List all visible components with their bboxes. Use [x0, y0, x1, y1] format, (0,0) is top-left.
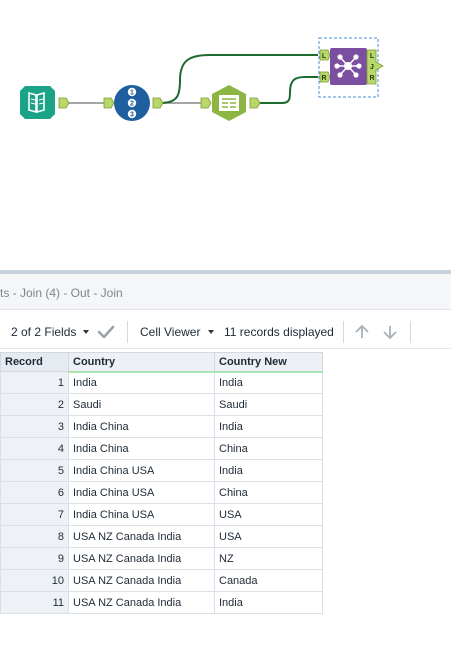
record-cell[interactable]: 6: [0, 481, 69, 504]
country-cell[interactable]: India China USA: [68, 459, 215, 482]
svg-text:R: R: [369, 75, 374, 82]
country-new-cell[interactable]: China: [214, 437, 323, 460]
input-output-anchor[interactable]: [58, 97, 70, 109]
svg-text:L: L: [370, 53, 375, 60]
fields-dropdown[interactable]: 2 of 2 Fields: [11, 325, 76, 339]
record-cell[interactable]: 1: [0, 371, 69, 394]
record-cell[interactable]: 9: [0, 547, 69, 570]
record-cell[interactable]: 7: [0, 503, 69, 526]
arrow-down-icon[interactable]: [382, 324, 398, 340]
svg-text:L: L: [322, 53, 327, 60]
country-cell[interactable]: USA NZ Canada India: [68, 525, 215, 548]
svg-text:3: 3: [130, 112, 134, 119]
texttocolumns-input-anchor[interactable]: [200, 97, 212, 109]
table-row[interactable]: 8 USA NZ Canada India USA: [0, 525, 323, 548]
connection-texttocolumns-to-join-right[interactable]: [256, 76, 318, 104]
record-cell[interactable]: 4: [0, 437, 69, 460]
country-cell[interactable]: Saudi: [68, 393, 215, 416]
country-new-cell[interactable]: India: [214, 591, 323, 614]
column-header-country[interactable]: Country: [68, 352, 215, 373]
table-row[interactable]: 3 India China India: [0, 415, 323, 438]
table-row[interactable]: 2 Saudi Saudi: [0, 393, 323, 416]
record-id-tool[interactable]: 1 2 3: [103, 85, 164, 121]
record-cell[interactable]: 8: [0, 525, 69, 548]
country-new-cell[interactable]: USA: [214, 503, 323, 526]
svg-text:R: R: [321, 75, 326, 82]
country-cell[interactable]: India China: [68, 437, 215, 460]
country-new-cell[interactable]: NZ: [214, 547, 323, 570]
country-new-cell[interactable]: Canada: [214, 569, 323, 592]
column-header-country-new[interactable]: Country New: [214, 352, 323, 373]
record-cell[interactable]: 5: [0, 459, 69, 482]
record-cell[interactable]: 2: [0, 393, 69, 416]
arrow-up-icon[interactable]: [354, 324, 370, 340]
country-cell[interactable]: USA NZ Canada India: [68, 547, 215, 570]
join-tool[interactable]: L R L J R: [318, 37, 384, 98]
table-row[interactable]: 10 USA NZ Canada India Canada: [0, 569, 323, 592]
records-count: 11 records displayed: [224, 325, 334, 339]
texttocolumns-output-anchor[interactable]: [249, 97, 261, 109]
recordid-output-anchor[interactable]: [152, 97, 164, 109]
data-table: Record Country Country New 1 India India 2…: [0, 352, 323, 614]
table-row[interactable]: 6 India China USA China: [0, 481, 323, 504]
canvas-svg: 1 2 3 L R L J R: [20, 37, 384, 121]
table-row[interactable]: 4 India China China: [0, 437, 323, 460]
column-header-record[interactable]: Record: [0, 352, 69, 372]
svg-text:J: J: [370, 64, 374, 71]
input-data-tool[interactable]: [20, 86, 70, 119]
results-toolbar: 2 of 2 Fields Cell Viewer 11 records dis…: [0, 315, 451, 349]
country-cell[interactable]: India China USA: [68, 481, 215, 504]
chevron-down-icon[interactable]: [83, 330, 89, 334]
results-title-bar: ts - Join (4) - Out - Join: [0, 274, 451, 310]
country-new-cell[interactable]: India: [214, 459, 323, 482]
country-new-cell[interactable]: India: [214, 371, 323, 394]
toolbar-separator: [127, 321, 128, 343]
svg-text:1: 1: [130, 90, 134, 97]
toolbar-separator: [410, 321, 411, 343]
header-row: Record Country Country New: [0, 352, 323, 373]
table-row[interactable]: 9 USA NZ Canada India NZ: [0, 547, 323, 570]
recordid-input-anchor[interactable]: [103, 97, 115, 109]
cell-viewer-dropdown[interactable]: Cell Viewer: [140, 325, 200, 339]
country-new-cell[interactable]: India: [214, 415, 323, 438]
results-grid: Record Country Country New 1 India India 2…: [0, 352, 323, 614]
table-row[interactable]: 11 USA NZ Canada India India: [0, 591, 323, 614]
text-to-columns-tool[interactable]: [200, 85, 261, 121]
country-new-cell[interactable]: China: [214, 481, 323, 504]
table-row[interactable]: 1 India India: [0, 371, 323, 394]
results-title: ts - Join (4) - Out - Join: [0, 286, 123, 300]
checkmark-icon[interactable]: [97, 324, 115, 340]
svg-text:2: 2: [130, 101, 134, 108]
country-new-cell[interactable]: Saudi: [214, 393, 323, 416]
workflow-canvas[interactable]: 1 2 3 L R L J R: [0, 0, 451, 270]
record-id-icon: 1 2 3: [127, 87, 137, 119]
results-panel: ts - Join (4) - Out - Join 2 of 2 Fields…: [0, 270, 451, 645]
country-cell[interactable]: India China: [68, 415, 215, 438]
country-cell[interactable]: India: [68, 371, 215, 394]
app-root: 1 2 3 L R L J R ts - Join (4) - Out - Jo…: [0, 0, 451, 645]
record-cell[interactable]: 11: [0, 591, 69, 614]
country-cell[interactable]: India China USA: [68, 503, 215, 526]
record-cell[interactable]: 10: [0, 569, 69, 592]
country-new-cell[interactable]: USA: [214, 525, 323, 548]
toolbar-separator: [343, 321, 344, 343]
country-cell[interactable]: USA NZ Canada India: [68, 591, 215, 614]
text-to-columns-icon: [219, 95, 239, 111]
record-cell[interactable]: 3: [0, 415, 69, 438]
country-cell[interactable]: USA NZ Canada India: [68, 569, 215, 592]
table-row[interactable]: 5 India China USA India: [0, 459, 323, 482]
grid-body: 1 India India 2 Saudi Saudi 3 India China Indi…: [0, 371, 323, 614]
table-row[interactable]: 7 India China USA USA: [0, 503, 323, 526]
chevron-down-icon[interactable]: [208, 330, 214, 334]
